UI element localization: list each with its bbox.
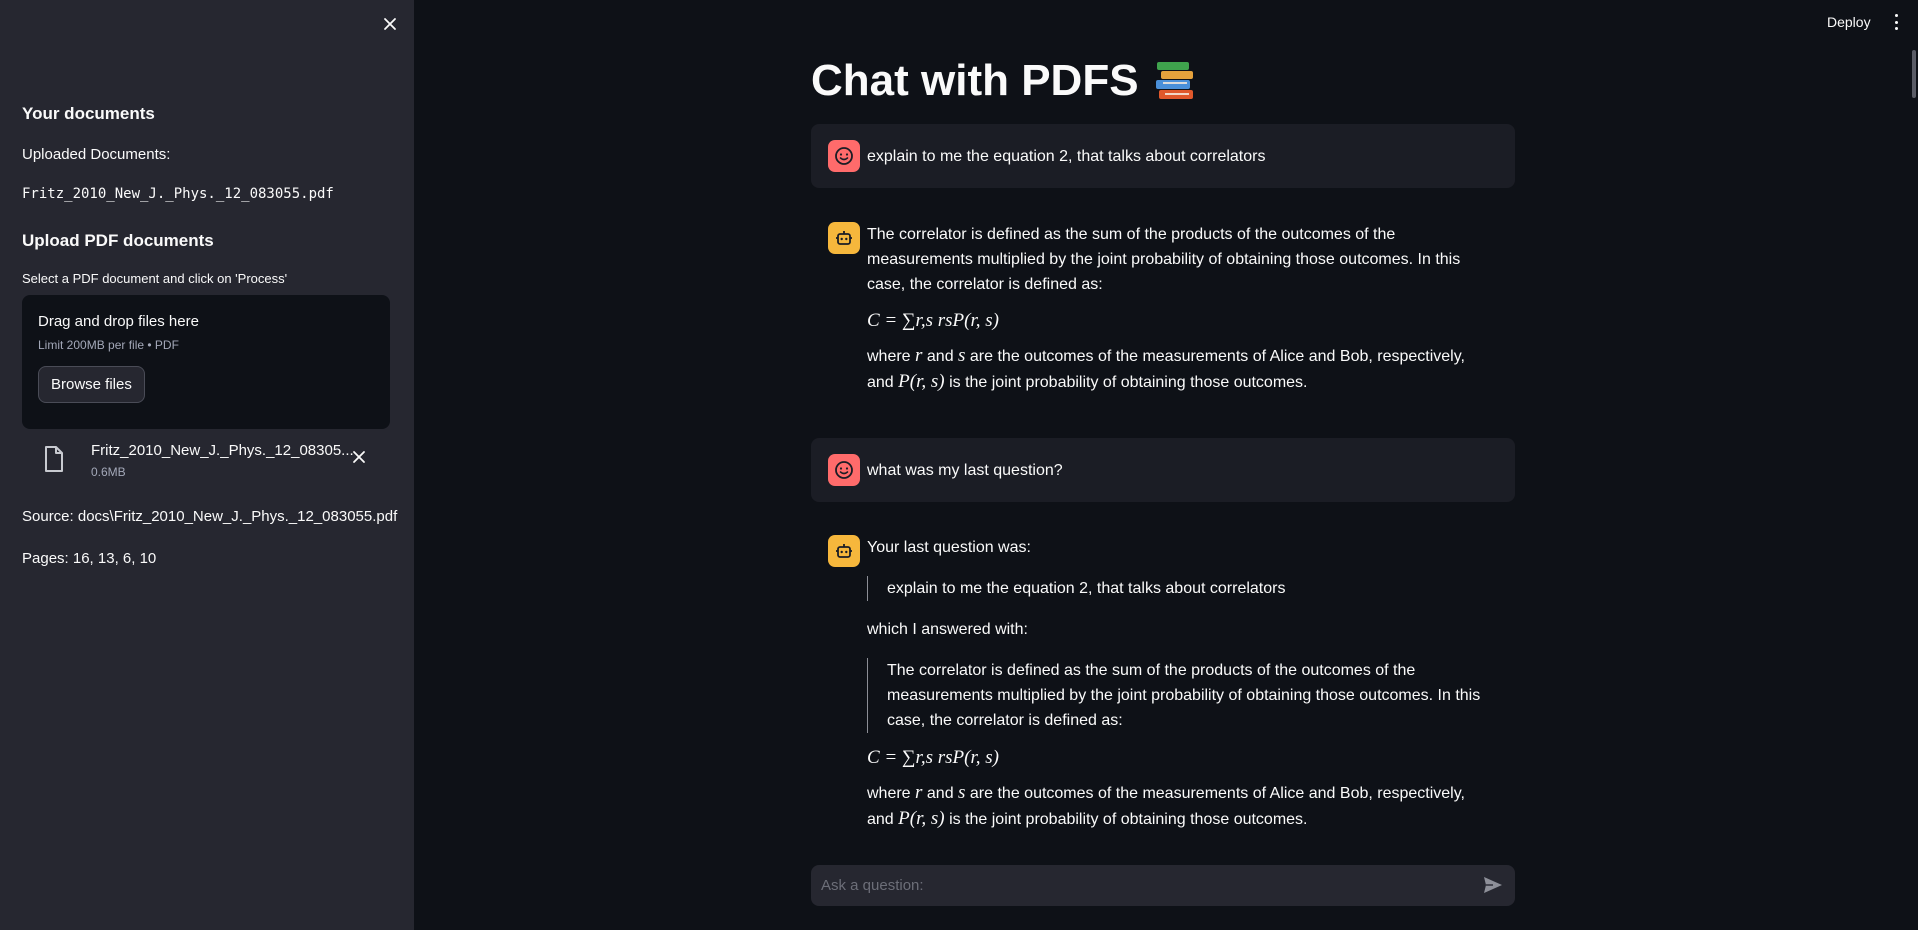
message-paragraph: The correlator is defined as the sum of … xyxy=(867,226,1461,293)
uploaded-file-name: Fritz_2010_New_J._Phys._12_08305... xyxy=(91,442,354,459)
correlator-equation: C = ∑r,s rsP(r, s) xyxy=(867,747,999,768)
smiley-face-icon xyxy=(835,461,853,479)
message-paragraph: Your last question was: xyxy=(867,539,1031,556)
close-icon xyxy=(384,18,396,30)
text-fragment: and xyxy=(926,785,954,802)
message-paragraph: where r and s are the outcomes of the me… xyxy=(867,343,1495,395)
close-sidebar-button[interactable] xyxy=(378,12,402,36)
text-fragment: where xyxy=(867,348,911,365)
page-title: Chat with PDFS xyxy=(811,56,1197,106)
text-fragment: and xyxy=(926,348,954,365)
assistant-avatar xyxy=(828,535,860,567)
books-icon xyxy=(1155,62,1193,99)
math-variable: s xyxy=(958,345,966,366)
source-text: Source: docs\Fritz_2010_New_J._Phys._12_… xyxy=(22,508,398,525)
send-button[interactable] xyxy=(1483,876,1503,899)
math-variable: r xyxy=(915,345,923,366)
smiley-face-icon xyxy=(835,147,853,165)
send-icon xyxy=(1484,877,1502,893)
correlator-equation: C = ∑r,s rsP(r, s) xyxy=(867,310,999,331)
uploaded-file-size: 0.6MB xyxy=(91,465,126,479)
user-avatar xyxy=(828,140,860,172)
dropzone-limit-text: Limit 200MB per file • PDF xyxy=(38,338,179,352)
app-window: Your documents Uploaded Documents: Fritz… xyxy=(0,0,1918,930)
blockquote: explain to me the equation 2, that talks… xyxy=(867,576,1495,601)
chat-input-container xyxy=(811,865,1515,906)
text-fragment: is the joint probability of obtaining th… xyxy=(949,374,1308,391)
message-text: what was my last question? xyxy=(867,462,1063,479)
main-menu-button[interactable] xyxy=(1890,12,1902,32)
blockquote: The correlator is defined as the sum of … xyxy=(867,658,1495,733)
deploy-button[interactable]: Deploy xyxy=(1827,14,1871,30)
chat-input[interactable] xyxy=(811,865,1471,906)
math-expression: P(r, s) xyxy=(898,371,945,392)
file-dropzone[interactable]: Drag and drop files here Limit 200MB per… xyxy=(22,295,390,429)
close-icon xyxy=(353,451,365,463)
chat-message-assistant: Your last question was: explain to me th… xyxy=(811,520,1515,850)
robot-icon xyxy=(836,231,852,245)
message-paragraph: which I answered with: xyxy=(867,621,1028,638)
dropzone-title: Drag and drop files here xyxy=(38,313,199,330)
file-icon xyxy=(45,446,63,472)
uploaded-file-item: Fritz_2010_New_J._Phys._12_08305... 0.6M… xyxy=(40,440,380,484)
math-variable: s xyxy=(958,782,966,803)
scrollbar-thumb[interactable] xyxy=(1912,50,1916,98)
pages-text: Pages: 16, 13, 6, 10 xyxy=(22,550,157,567)
dot xyxy=(1894,14,1898,17)
scrollbar[interactable] xyxy=(1912,10,1916,870)
page-title-text: Chat with PDFS xyxy=(811,56,1139,105)
remove-file-button[interactable] xyxy=(352,450,366,469)
message-text: explain to me the equation 2, that talks… xyxy=(867,148,1266,165)
message-paragraph: where r and s are the outcomes of the me… xyxy=(867,780,1495,832)
sidebar: Your documents Uploaded Documents: Fritz… xyxy=(0,0,414,930)
uploaded-documents-label: Uploaded Documents: xyxy=(22,146,171,163)
user-avatar xyxy=(828,454,860,486)
chat-message-assistant: The correlator is defined as the sum of … xyxy=(811,206,1515,416)
text-fragment: is the joint probability of obtaining th… xyxy=(949,811,1308,828)
upload-hint-text: Select a PDF document and click on 'Proc… xyxy=(22,271,288,286)
assistant-avatar xyxy=(828,222,860,254)
dot xyxy=(1894,20,1898,24)
upload-pdf-heading: Upload PDF documents xyxy=(22,231,214,250)
chat-message-user: explain to me the equation 2, that talks… xyxy=(811,124,1515,188)
robot-icon xyxy=(836,544,852,558)
your-documents-heading: Your documents xyxy=(22,104,155,123)
math-expression: P(r, s) xyxy=(898,808,945,829)
dot xyxy=(1894,27,1898,30)
math-variable: r xyxy=(915,782,923,803)
browse-files-button[interactable]: Browse files xyxy=(38,366,145,403)
text-fragment: where xyxy=(867,785,911,802)
chat-message-user: what was my last question? xyxy=(811,438,1515,502)
uploaded-document-filename: Fritz_2010_New_J._Phys._12_083055.pdf xyxy=(22,186,334,202)
